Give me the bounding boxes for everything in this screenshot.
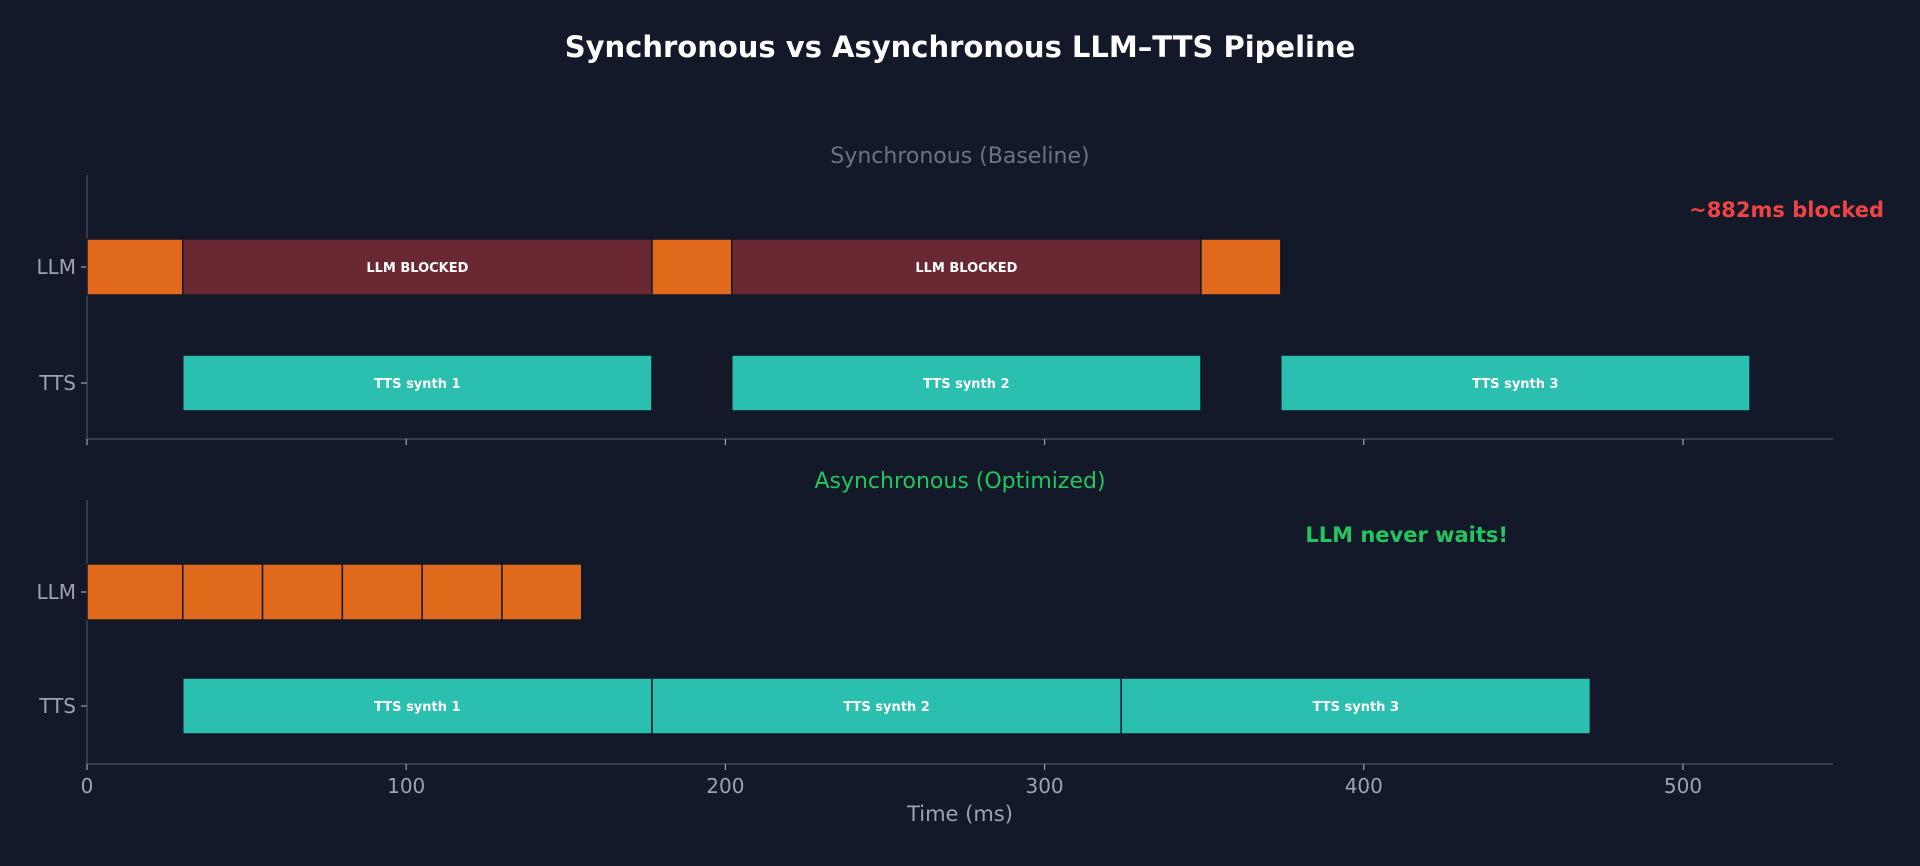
llm-segment-bar xyxy=(86,238,184,296)
x-tick-label: 100 xyxy=(387,774,425,798)
x-tick-label: 400 xyxy=(1345,774,1383,798)
panel-subtitle: Synchronous (Baseline) xyxy=(830,144,1089,169)
panel-asynchronous: Asynchronous (Optimized) 0 100 200 300 400 500… xyxy=(36,469,1833,826)
llm-segment-bar xyxy=(261,563,344,621)
llm-segment-bar xyxy=(421,563,503,621)
bar-label: TTS synth 2 xyxy=(843,700,929,715)
bar-label: LLM BLOCKED xyxy=(366,261,468,276)
chart-title: Synchronous vs Asynchronous LLM–TTS Pipe… xyxy=(565,30,1356,64)
x-tick-label: 500 xyxy=(1664,774,1702,798)
bar-label: TTS synth 3 xyxy=(1472,377,1558,392)
y-tick-label-llm: LLM xyxy=(36,580,76,604)
llm-segment-bar xyxy=(341,563,423,621)
panel-synchronous: Synchronous (Baseline) LLM TTS LLM BLOCKED L… xyxy=(36,144,1884,445)
panel-subtitle: Asynchronous (Optimized) xyxy=(814,469,1105,494)
llm-segment-bar xyxy=(1200,238,1282,296)
chart-panels: Synchronous (Baseline) LLM TTS LLM BLOCKED L… xyxy=(36,144,1884,826)
llm-segment-bar xyxy=(182,563,264,621)
bar-label: TTS synth 1 xyxy=(374,377,460,392)
panel-annotation: LLM never waits! xyxy=(1305,523,1508,547)
x-tick-label: 200 xyxy=(706,774,744,798)
bar-label: TTS synth 2 xyxy=(923,377,1009,392)
y-tick-label-tts: TTS xyxy=(38,371,76,395)
llm-segment-bar xyxy=(651,238,733,296)
x-axis-label: Time (ms) xyxy=(906,802,1013,826)
bar-label: TTS synth 1 xyxy=(374,700,460,715)
llm-segment-bar xyxy=(501,563,583,621)
panel-annotation: ~882ms blocked xyxy=(1689,198,1884,222)
y-tick-label-llm: LLM xyxy=(36,255,76,279)
chart-canvas: Synchronous vs Asynchronous LLM–TTS Pipe… xyxy=(36,30,1884,826)
x-tick-label: 300 xyxy=(1025,774,1063,798)
bar-label: LLM BLOCKED xyxy=(915,261,1017,276)
llm-segment-bar xyxy=(86,563,184,621)
pipeline-chart: Synchronous vs Asynchronous LLM–TTS Pipe… xyxy=(0,0,1920,862)
x-tick-label: 0 xyxy=(81,774,94,798)
y-tick-label-tts: TTS xyxy=(38,694,76,718)
bar-label: TTS synth 3 xyxy=(1313,700,1399,715)
